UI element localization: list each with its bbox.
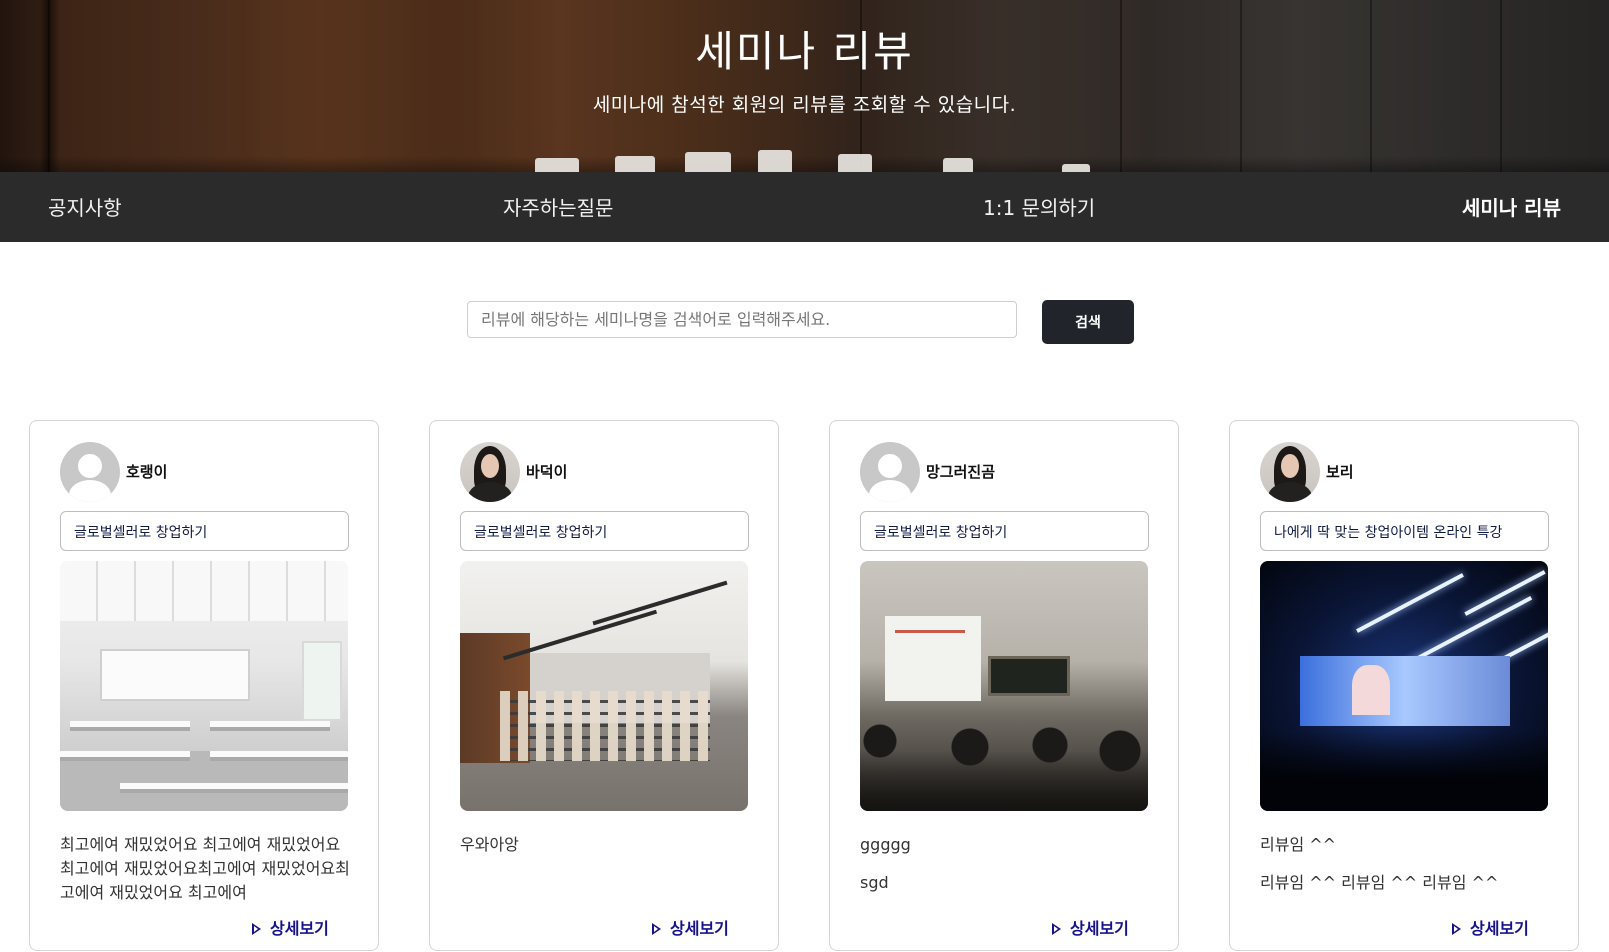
review-card: 바덕이 글로벌셀러로 창업하기 우와아앙 상세보기 [429, 420, 779, 951]
hero-chair [685, 152, 731, 172]
play-triangle-icon [252, 923, 261, 935]
review-line: sgd [860, 873, 889, 892]
detail-link[interactable]: 상세보기 [252, 915, 329, 939]
profile-photo-avatar [1260, 442, 1320, 502]
detail-label: 상세보기 [670, 919, 729, 938]
hero-chair [838, 154, 872, 172]
play-triangle-icon [1452, 923, 1461, 935]
play-triangle-icon [1052, 923, 1061, 935]
nav-item-notice[interactable]: 공지사항 [48, 192, 122, 221]
hero-banner: 세미나 리뷰 세미나에 참석한 회원의 리뷰를 조회할 수 있습니다. [0, 0, 1609, 172]
page-subtitle: 세미나에 참석한 회원의 리뷰를 조회할 수 있습니다. [592, 94, 1017, 116]
profile-photo-avatar [460, 442, 520, 502]
seminar-name: 나에게 딱 맞는 창업아이템 온라인 특강 [1260, 511, 1549, 551]
review-line: 리뷰임 ^^ 리뷰임 ^^ 리뷰임 ^^ [1260, 873, 1499, 892]
seminar-thumbnail [860, 561, 1148, 811]
default-avatar-icon [60, 442, 120, 502]
search-input[interactable] [467, 301, 1017, 338]
review-line: ggggg [860, 835, 911, 854]
reviewer-name: 보리 [1326, 463, 1354, 481]
detail-label: 상세보기 [270, 919, 329, 938]
review-text: 우와아앙 [460, 833, 750, 857]
hero-chair [943, 158, 973, 172]
review-card: 보리 나에게 딱 맞는 창업아이템 온라인 특강 리뷰임 ^^ 리뷰임 ^^ 리… [1229, 420, 1579, 951]
hero-chair [615, 156, 655, 172]
detail-label: 상세보기 [1070, 919, 1129, 938]
hero-chair [1062, 164, 1090, 172]
review-line: 최고에여 재밌었어요 최고에여 재밌었어요최고에여 재밌었어요최고에여 재밌었어… [60, 835, 350, 902]
board-nav: 공지사항 자주하는질문 1:1 문의하기 세미나 리뷰 [0, 172, 1609, 242]
detail-link[interactable]: 상세보기 [1452, 915, 1529, 939]
hero-floor [0, 156, 1609, 172]
nav-item-seminar-review[interactable]: 세미나 리뷰 [1462, 192, 1561, 221]
nav-item-inquiry[interactable]: 1:1 문의하기 [983, 192, 1095, 221]
search-button[interactable]: 검색 [1042, 300, 1134, 344]
default-avatar-icon [860, 442, 920, 502]
detail-label: 상세보기 [1470, 919, 1529, 938]
nav-item-faq[interactable]: 자주하는질문 [503, 192, 613, 221]
review-line: 리뷰임 ^^ [1260, 835, 1337, 854]
review-text: 최고에여 재밌었어요 최고에여 재밌었어요최고에여 재밌었어요최고에여 재밌었어… [60, 833, 350, 905]
page-title: 세미나 리뷰 [695, 27, 914, 76]
detail-link[interactable]: 상세보기 [652, 915, 729, 939]
review-text: 리뷰임 ^^ 리뷰임 ^^ 리뷰임 ^^ 리뷰임 ^^ [1260, 833, 1550, 895]
play-triangle-icon [652, 923, 661, 935]
detail-link[interactable]: 상세보기 [1052, 915, 1129, 939]
seminar-thumbnail [460, 561, 748, 811]
review-card: 망그러진곰 글로벌셀러로 창업하기 ggggg sgd 상세보기 [829, 420, 1179, 951]
seminar-name: 글로벌셀러로 창업하기 [860, 511, 1149, 551]
reviewer-name: 바덕이 [526, 463, 568, 481]
seminar-name: 글로벌셀러로 창업하기 [460, 511, 749, 551]
review-text: ggggg sgd [860, 833, 1150, 895]
hero-chair [758, 150, 792, 172]
review-line: 우와아앙 [460, 835, 519, 854]
seminar-thumbnail [1260, 561, 1548, 811]
review-card: 호랭이 글로벌셀러로 창업하기 최고에여 재밌었어요 최고에여 재밌었어요최고에… [29, 420, 379, 951]
seminar-name: 글로벌셀러로 창업하기 [60, 511, 349, 551]
reviewer-name: 망그러진곰 [926, 463, 996, 481]
reviewer-name: 호랭이 [126, 463, 168, 481]
seminar-thumbnail [60, 561, 348, 811]
hero-chair [535, 158, 579, 172]
